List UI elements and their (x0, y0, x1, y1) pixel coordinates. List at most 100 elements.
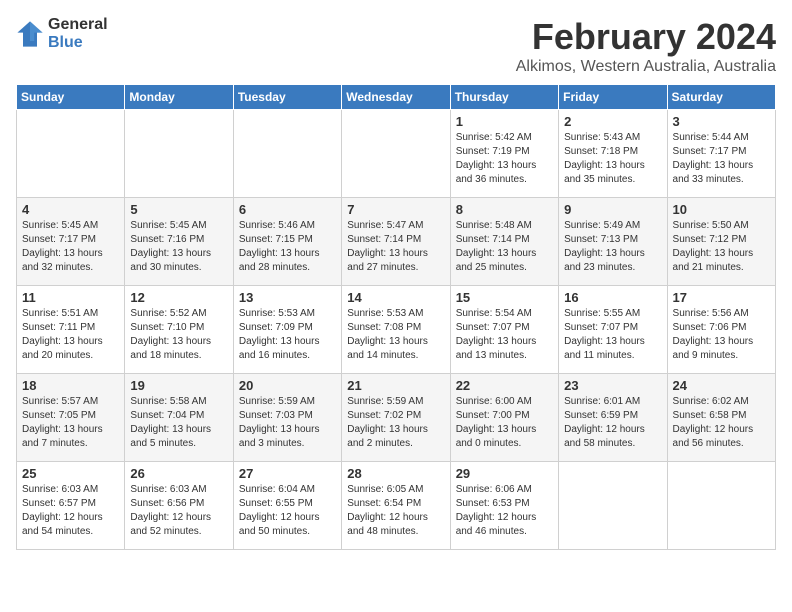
day-info: Sunrise: 6:01 AM Sunset: 6:59 PM Dayligh… (564, 395, 661, 451)
day-info: Sunrise: 5:49 AM Sunset: 7:13 PM Dayligh… (564, 219, 661, 275)
day-cell: 18 Sunrise: 5:57 AM Sunset: 7:05 PM Dayli… (17, 374, 125, 462)
day-cell (667, 462, 775, 550)
day-info: Sunrise: 5:53 AM Sunset: 7:09 PM Dayligh… (239, 307, 336, 363)
day-info: Sunrise: 6:02 AM Sunset: 6:58 PM Dayligh… (673, 395, 770, 451)
day-info: Sunrise: 5:57 AM Sunset: 7:05 PM Dayligh… (22, 395, 119, 451)
day-number: 9 (564, 202, 661, 217)
logo-general-text: General (48, 16, 108, 34)
page-header: General Blue February 2024 Alkimos, West… (16, 16, 776, 76)
header-cell-tuesday: Tuesday (233, 85, 341, 110)
day-info: Sunrise: 6:03 AM Sunset: 6:57 PM Dayligh… (22, 483, 119, 539)
day-info: Sunrise: 6:03 AM Sunset: 6:56 PM Dayligh… (130, 483, 227, 539)
day-number: 27 (239, 466, 336, 481)
day-cell: 13 Sunrise: 5:53 AM Sunset: 7:09 PM Dayli… (233, 286, 341, 374)
day-cell (125, 110, 233, 198)
header-cell-monday: Monday (125, 85, 233, 110)
title-section: February 2024 Alkimos, Western Australia… (516, 16, 776, 76)
day-cell: 9 Sunrise: 5:49 AM Sunset: 7:13 PM Daylig… (559, 198, 667, 286)
day-number: 8 (456, 202, 553, 217)
day-cell: 19Sunrise: 5:58 AM Sunset: 7:04 PM Dayli… (125, 374, 233, 462)
logo-text: General Blue (48, 16, 108, 51)
day-number: 1 (456, 114, 553, 129)
day-number: 25 (22, 466, 119, 481)
day-cell: 21 Sunrise: 5:59 AM Sunset: 7:02 PM Dayli… (342, 374, 450, 462)
header-cell-friday: Friday (559, 85, 667, 110)
day-number: 3 (673, 114, 770, 129)
day-info: Sunrise: 5:45 AM Sunset: 7:16 PM Dayligh… (130, 219, 227, 275)
day-number: 17 (673, 290, 770, 305)
day-cell: 7Sunrise: 5:47 AM Sunset: 7:14 PM Daylig… (342, 198, 450, 286)
header-cell-saturday: Saturday (667, 85, 775, 110)
month-year-title: February 2024 (516, 16, 776, 58)
day-number: 7 (347, 202, 444, 217)
day-number: 5 (130, 202, 227, 217)
day-info: Sunrise: 5:59 AM Sunset: 7:02 PM Dayligh… (347, 395, 444, 451)
logo: General Blue (16, 16, 108, 51)
day-number: 29 (456, 466, 553, 481)
day-number: 15 (456, 290, 553, 305)
day-number: 23 (564, 378, 661, 393)
day-number: 12 (130, 290, 227, 305)
day-info: Sunrise: 5:59 AM Sunset: 7:03 PM Dayligh… (239, 395, 336, 451)
day-info: Sunrise: 6:04 AM Sunset: 6:55 PM Dayligh… (239, 483, 336, 539)
day-number: 11 (22, 290, 119, 305)
day-number: 13 (239, 290, 336, 305)
day-cell: 6Sunrise: 5:46 AM Sunset: 7:15 PM Daylig… (233, 198, 341, 286)
day-info: Sunrise: 5:55 AM Sunset: 7:07 PM Dayligh… (564, 307, 661, 363)
day-info: Sunrise: 5:42 AM Sunset: 7:19 PM Dayligh… (456, 131, 553, 187)
day-number: 20 (239, 378, 336, 393)
day-cell: 29Sunrise: 6:06 AM Sunset: 6:53 PM Dayli… (450, 462, 558, 550)
day-number: 21 (347, 378, 444, 393)
day-cell: 4Sunrise: 5:45 AM Sunset: 7:17 PM Daylig… (17, 198, 125, 286)
header-cell-wednesday: Wednesday (342, 85, 450, 110)
day-cell: 5 Sunrise: 5:45 AM Sunset: 7:16 PM Daylig… (125, 198, 233, 286)
day-cell: 15 Sunrise: 5:54 AM Sunset: 7:07 PM Dayli… (450, 286, 558, 374)
day-info: Sunrise: 5:44 AM Sunset: 7:17 PM Dayligh… (673, 131, 770, 187)
logo-blue-text: Blue (48, 34, 108, 52)
day-info: Sunrise: 5:54 AM Sunset: 7:07 PM Dayligh… (456, 307, 553, 363)
week-row-3: 11Sunrise: 5:51 AM Sunset: 7:11 PM Dayli… (17, 286, 776, 374)
day-info: Sunrise: 5:46 AM Sunset: 7:15 PM Dayligh… (239, 219, 336, 275)
day-number: 14 (347, 290, 444, 305)
day-cell: 28 Sunrise: 6:05 AM Sunset: 6:54 PM Dayli… (342, 462, 450, 550)
day-cell: 12 Sunrise: 5:52 AM Sunset: 7:10 PM Dayli… (125, 286, 233, 374)
header-cell-sunday: Sunday (17, 85, 125, 110)
calendar-body: 1 Sunrise: 5:42 AM Sunset: 7:19 PM Daylig… (17, 110, 776, 550)
day-info: Sunrise: 5:56 AM Sunset: 7:06 PM Dayligh… (673, 307, 770, 363)
header-cell-thursday: Thursday (450, 85, 558, 110)
day-cell: 2 Sunrise: 5:43 AM Sunset: 7:18 PM Daylig… (559, 110, 667, 198)
day-cell (342, 110, 450, 198)
day-cell: 8 Sunrise: 5:48 AM Sunset: 7:14 PM Daylig… (450, 198, 558, 286)
day-info: Sunrise: 5:48 AM Sunset: 7:14 PM Dayligh… (456, 219, 553, 275)
day-info: Sunrise: 5:52 AM Sunset: 7:10 PM Dayligh… (130, 307, 227, 363)
location-subtitle: Alkimos, Western Australia, Australia (516, 58, 776, 76)
day-cell (233, 110, 341, 198)
day-cell: 20 Sunrise: 5:59 AM Sunset: 7:03 PM Dayli… (233, 374, 341, 462)
day-cell: 27 Sunrise: 6:04 AM Sunset: 6:55 PM Dayli… (233, 462, 341, 550)
day-cell: 10 Sunrise: 5:50 AM Sunset: 7:12 PM Dayli… (667, 198, 775, 286)
day-info: Sunrise: 6:05 AM Sunset: 6:54 PM Dayligh… (347, 483, 444, 539)
day-number: 18 (22, 378, 119, 393)
day-cell: 3 Sunrise: 5:44 AM Sunset: 7:17 PM Daylig… (667, 110, 775, 198)
day-cell: 14Sunrise: 5:53 AM Sunset: 7:08 PM Dayli… (342, 286, 450, 374)
day-cell: 1 Sunrise: 5:42 AM Sunset: 7:19 PM Daylig… (450, 110, 558, 198)
day-number: 28 (347, 466, 444, 481)
day-info: Sunrise: 5:43 AM Sunset: 7:18 PM Dayligh… (564, 131, 661, 187)
day-cell (17, 110, 125, 198)
calendar-table: SundayMondayTuesdayWednesdayThursdayFrid… (16, 84, 776, 550)
day-info: Sunrise: 6:00 AM Sunset: 7:00 PM Dayligh… (456, 395, 553, 451)
day-cell: 22Sunrise: 6:00 AM Sunset: 7:00 PM Dayli… (450, 374, 558, 462)
week-row-4: 18 Sunrise: 5:57 AM Sunset: 7:05 PM Dayli… (17, 374, 776, 462)
day-cell: 16Sunrise: 5:55 AM Sunset: 7:07 PM Dayli… (559, 286, 667, 374)
day-cell: 23 Sunrise: 6:01 AM Sunset: 6:59 PM Dayli… (559, 374, 667, 462)
day-cell: 11Sunrise: 5:51 AM Sunset: 7:11 PM Dayli… (17, 286, 125, 374)
day-number: 4 (22, 202, 119, 217)
day-cell: 25 Sunrise: 6:03 AM Sunset: 6:57 PM Dayli… (17, 462, 125, 550)
day-number: 2 (564, 114, 661, 129)
day-info: Sunrise: 5:50 AM Sunset: 7:12 PM Dayligh… (673, 219, 770, 275)
day-number: 10 (673, 202, 770, 217)
day-cell: 24Sunrise: 6:02 AM Sunset: 6:58 PM Dayli… (667, 374, 775, 462)
header-row: SundayMondayTuesdayWednesdayThursdayFrid… (17, 85, 776, 110)
day-cell (559, 462, 667, 550)
day-cell: 17 Sunrise: 5:56 AM Sunset: 7:06 PM Dayli… (667, 286, 775, 374)
